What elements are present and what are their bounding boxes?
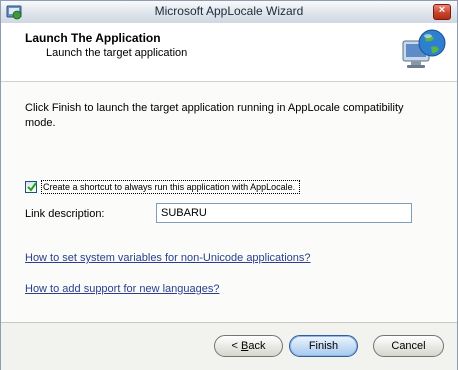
title-bar[interactable]: Microsoft AppLocale Wizard ×: [1, 1, 457, 24]
close-icon: ×: [438, 4, 446, 16]
back-button-prefix: <: [231, 340, 241, 352]
cancel-button[interactable]: Cancel: [373, 335, 444, 357]
shortcut-checkbox[interactable]: [25, 181, 37, 193]
page-subtitle: Launch the target application: [46, 47, 188, 59]
system-variables-link[interactable]: How to set system variables for non-Unic…: [25, 252, 311, 264]
new-languages-link[interactable]: How to add support for new languages?: [25, 283, 219, 295]
window-title: Microsoft AppLocale Wizard: [154, 4, 304, 18]
finish-button[interactable]: Finish: [289, 335, 358, 357]
link-description-label: Link description:: [25, 208, 105, 220]
globe-computer-icon: [402, 29, 446, 68]
checkmark-icon: [27, 182, 37, 192]
wizard-window: Microsoft AppLocale Wizard × Launch The …: [0, 0, 458, 370]
instruction-text: Click Finish to launch the target applic…: [25, 102, 404, 129]
back-button[interactable]: < Back: [214, 335, 283, 357]
link-description-input[interactable]: [156, 203, 412, 223]
shortcut-checkbox-label[interactable]: Create a shortcut to always run this app…: [41, 180, 301, 194]
close-button[interactable]: ×: [433, 4, 451, 20]
page-title: Launch The Application: [25, 31, 161, 45]
wizard-header: Launch The Application Launch the target…: [1, 23, 457, 82]
wizard-body: Click Finish to launch the target applic…: [1, 82, 457, 322]
back-button-rest: ack: [248, 340, 266, 352]
wizard-footer: < Back Finish Cancel: [1, 322, 457, 370]
